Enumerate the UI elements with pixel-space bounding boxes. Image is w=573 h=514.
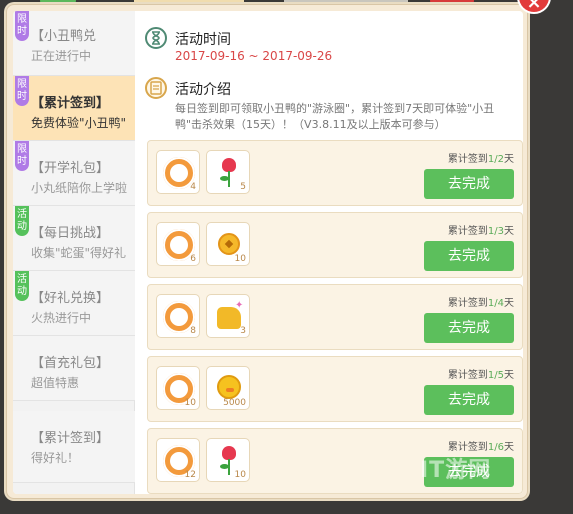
reward-count: 8: [190, 326, 196, 336]
activity-date-range: 2017-09-16 ~ 2017-09-26: [175, 49, 333, 63]
limited-tag: 限时: [15, 76, 29, 106]
limited-tag: 限时: [15, 141, 29, 171]
reward-slot: 10: [206, 222, 250, 266]
hourglass-icon: [145, 27, 167, 49]
event-tag: 活动: [15, 271, 29, 301]
go-complete-button[interactable]: 去完成: [424, 313, 514, 343]
activity-time-title: 活动时间: [175, 32, 231, 48]
sidebar-item-title: 【累计签到】: [31, 431, 110, 446]
reward-count: 6: [190, 254, 196, 264]
reward-count: 4: [190, 182, 196, 192]
reward-slot: 4: [156, 150, 200, 194]
activity-intro-text: 每日签到即可领取小丑鸭的"游泳圈"，累计签到7天即可体验"小丑鸭"击杀效果（15…: [175, 102, 495, 131]
event-tag: 活动: [15, 206, 29, 236]
sidebar-item-school-pack[interactable]: 限时 【开学礼包】 小丸纸陪你上学啦: [13, 141, 135, 206]
signin-progress: 累计签到1/3天: [447, 226, 514, 237]
task-card: 4 5 累计签到1/2天 去完成: [147, 140, 523, 206]
reward-count: 10: [234, 254, 246, 264]
sidebar-item-cumulative-signin[interactable]: 限时 【累计签到】 免费体验"小丑鸭": [13, 76, 135, 141]
sidebar-item-title: 【每日挑战】: [31, 226, 110, 241]
sidebar-item-gift-exchange[interactable]: 活动 【好礼兑换】 火热进行中: [13, 271, 135, 336]
task-card: 10 5000 累计签到1/5天 去完成: [147, 356, 523, 422]
sidebar-item-subtitle: 火热进行中: [31, 311, 92, 325]
rose-icon: [222, 446, 236, 460]
reward-count: 5: [240, 182, 246, 192]
signin-progress: 累计签到1/5天: [447, 370, 514, 381]
go-complete-button[interactable]: 去完成: [424, 385, 514, 415]
reward-count: 3: [240, 326, 246, 336]
activity-sidebar: 限时 【小丑鸭兑 正在进行中 限时 【累计签到】 免费体验"小丑鸭" 限时 【开…: [13, 11, 135, 494]
modal-body: 限时 【小丑鸭兑 正在进行中 限时 【累计签到】 免费体验"小丑鸭" 限时 【开…: [13, 11, 523, 494]
sidebar-item-first-recharge[interactable]: 【首充礼包】 超值特惠: [13, 336, 135, 401]
reward-slot: 10: [156, 366, 200, 410]
task-card: 8 ✦ 3 累计签到1/4天 去完成: [147, 284, 523, 350]
sidebar-item-cumulative-signin-2[interactable]: 【累计签到】 得好礼！: [13, 411, 135, 483]
reward-slot: 6: [156, 222, 200, 266]
sidebar-item-subtitle: 小丸纸陪你上学啦: [31, 181, 128, 195]
reward-count: 12: [184, 470, 196, 480]
go-complete-button[interactable]: 去完成: [424, 169, 514, 199]
reward-slot: 5000: [206, 366, 250, 410]
reward-count: 5000: [223, 398, 246, 408]
activity-modal: 限时 【小丑鸭兑 正在进行中 限时 【累计签到】 免费体验"小丑鸭" 限时 【开…: [6, 4, 528, 499]
notepad-icon: [145, 77, 167, 99]
sidebar-item-title: 【累计签到】: [31, 96, 110, 111]
activity-intro-title: 活动介绍: [175, 82, 231, 98]
reward-slot: 10: [206, 438, 250, 482]
sidebar-item-subtitle: 得好礼！: [31, 451, 80, 465]
activity-content: 活动时间 2017-09-16 ~ 2017-09-26 活动介绍 每日签到即可…: [135, 11, 523, 494]
sidebar-item-title: 【小丑鸭兑: [31, 29, 97, 44]
coin-icon: [218, 233, 240, 255]
sidebar-item-subtitle: 收集"蛇蛋"得好礼: [31, 246, 127, 260]
reward-slot: 5: [206, 150, 250, 194]
sidebar-item-subtitle: 免费体验"小丑鸭": [31, 116, 127, 130]
site-watermark: IT游网: [420, 458, 492, 483]
sidebar-item-title: 【首充礼包】: [31, 356, 110, 371]
duck-coin-icon: [217, 375, 241, 399]
sidebar-item-clown-duck-exchange[interactable]: 限时 【小丑鸭兑 正在进行中: [13, 11, 135, 76]
sidebar-item-title: 【开学礼包】: [31, 161, 110, 176]
signin-progress: 累计签到1/2天: [447, 154, 514, 165]
reward-slot: 12: [156, 438, 200, 482]
go-complete-button[interactable]: 去完成: [424, 241, 514, 271]
sidebar-item-daily-challenge[interactable]: 活动 【每日挑战】 收集"蛇蛋"得好礼: [13, 206, 135, 271]
sidebar-item-subtitle: 正在进行中: [31, 49, 92, 63]
sidebar-item-subtitle: 超值特惠: [31, 376, 80, 390]
reward-slot: ✦ 3: [206, 294, 250, 338]
limited-tag: 限时: [15, 11, 29, 41]
sidebar-item-title: 【好礼兑换】: [31, 291, 110, 306]
signin-progress: 累计签到1/4天: [447, 298, 514, 309]
task-card: 6 10 累计签到1/3天 去完成: [147, 212, 523, 278]
signin-progress: 累计签到1/6天: [447, 442, 514, 453]
rose-icon: [222, 158, 236, 172]
reward-slot: 8: [156, 294, 200, 338]
reward-count: 10: [234, 470, 246, 480]
reward-count: 10: [184, 398, 196, 408]
